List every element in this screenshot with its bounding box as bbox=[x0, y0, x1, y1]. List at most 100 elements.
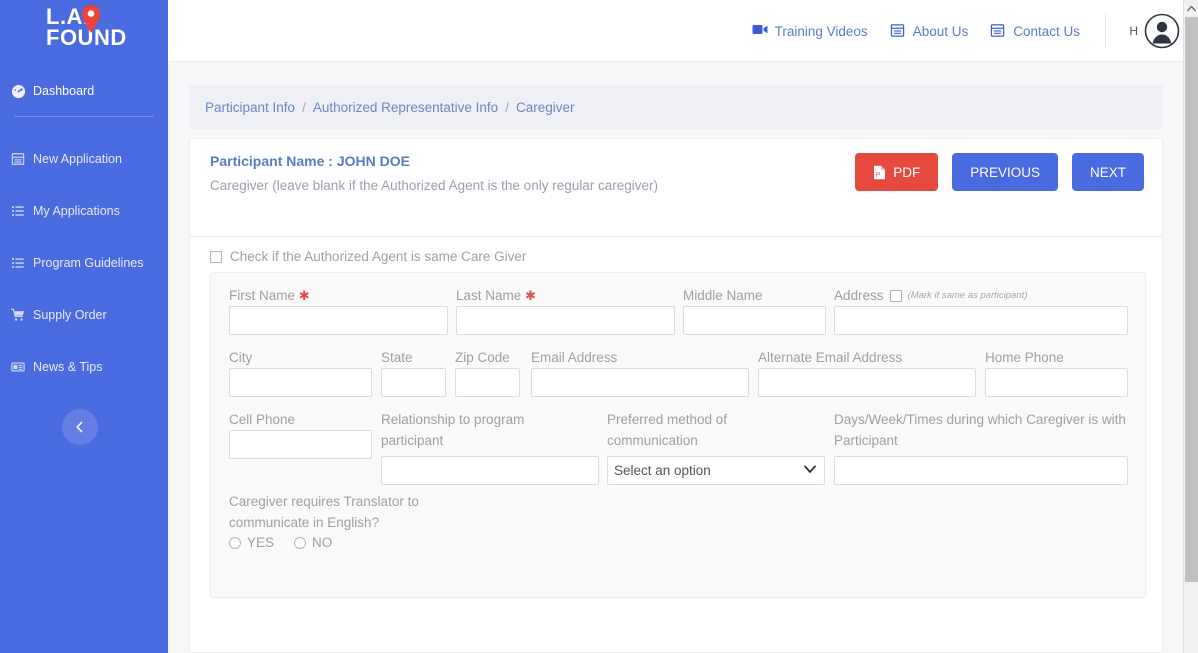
nav-link-label: Training Videos bbox=[774, 23, 868, 39]
sidebar-item-label: Dashboard bbox=[33, 84, 95, 98]
home-phone-label: Home Phone bbox=[985, 350, 1064, 365]
email-address-input[interactable] bbox=[531, 368, 749, 397]
section-note: Caregiver (leave blank if the Authorized… bbox=[210, 178, 658, 193]
address-same-as-participant-checkbox[interactable] bbox=[889, 289, 902, 302]
document-icon bbox=[890, 23, 906, 39]
relationship-input[interactable] bbox=[381, 456, 599, 485]
breadcrumb-separator: / bbox=[302, 99, 306, 115]
shopping-cart-icon bbox=[10, 307, 26, 323]
sidebar-item-label: New Application bbox=[33, 152, 122, 166]
city-label: City bbox=[229, 350, 253, 365]
scrollbar-up-button[interactable] bbox=[1184, 0, 1198, 16]
same-as-agent-checkbox-row[interactable]: Check if the Authorized Agent is same Ca… bbox=[210, 249, 526, 264]
breadcrumb-item-participant-info[interactable]: Participant Info bbox=[205, 100, 295, 115]
translator-radio-group: YES NO bbox=[229, 535, 332, 550]
action-buttons: P PDF PREVIOUS NEXT bbox=[855, 153, 1144, 191]
city-input[interactable] bbox=[229, 368, 372, 397]
same-as-agent-checkbox-label: Check if the Authorized Agent is same Ca… bbox=[230, 249, 527, 264]
alternate-email-input[interactable] bbox=[758, 368, 976, 397]
main-content: Participant Info / Authorized Representa… bbox=[168, 62, 1198, 653]
next-button-label: NEXT bbox=[1089, 164, 1126, 180]
field-days-times: Days/Week/Times during which Caregiver i… bbox=[834, 409, 1128, 485]
field-last-name: Last Name ✱ bbox=[456, 285, 676, 335]
radio-yes[interactable] bbox=[229, 536, 241, 549]
user-initial: H bbox=[1129, 24, 1138, 38]
header-divider bbox=[1105, 14, 1106, 48]
required-marker: ✱ bbox=[525, 288, 536, 303]
address-label-text: Address bbox=[834, 288, 884, 303]
field-relationship: Relationship to program participant bbox=[381, 409, 599, 485]
breadcrumb-item-authorized-representative-info[interactable]: Authorized Representative Info bbox=[313, 100, 498, 115]
nav-link-label: About Us bbox=[912, 23, 969, 39]
field-alternate-email: Alternate Email Address bbox=[758, 347, 977, 397]
state-label: State bbox=[381, 350, 413, 365]
pdf-button[interactable]: P PDF bbox=[855, 153, 939, 191]
zip-code-label: Zip Code bbox=[455, 350, 510, 365]
same-as-agent-checkbox[interactable] bbox=[210, 250, 222, 263]
sidebar-item-supply-order[interactable]: Supply Order bbox=[0, 302, 168, 328]
nav-contact-us[interactable]: Contact Us bbox=[990, 23, 1080, 39]
chevron-left-icon bbox=[76, 421, 83, 433]
home-phone-input[interactable] bbox=[985, 368, 1128, 397]
sidebar-collapse-button[interactable] bbox=[62, 409, 98, 445]
nav-training-videos[interactable]: Training Videos bbox=[752, 23, 868, 39]
sidebar-item-my-applications[interactable]: My Applications bbox=[0, 198, 168, 224]
first-name-label-text: First Name bbox=[229, 288, 296, 303]
field-preferred-method: Preferred method of communication Select… bbox=[607, 409, 825, 485]
zip-code-input[interactable] bbox=[455, 368, 520, 397]
field-home-phone: Home Phone bbox=[985, 347, 1129, 397]
field-middle-name: Middle Name bbox=[683, 285, 827, 335]
days-times-label: Days/Week/Times during which Caregiver i… bbox=[834, 412, 1126, 448]
required-marker: ✱ bbox=[298, 288, 310, 303]
preferred-method-label: Preferred method of communication bbox=[607, 412, 728, 448]
brand-logo[interactable]: L.A. FOUND bbox=[0, 0, 168, 62]
last-name-label-text: Last Name bbox=[456, 288, 522, 303]
news-icon bbox=[10, 359, 26, 375]
breadcrumb-item-caregiver[interactable]: Caregiver bbox=[516, 100, 575, 115]
last-name-input[interactable] bbox=[456, 306, 675, 335]
preferred-method-select[interactable]: Select an option bbox=[607, 456, 825, 485]
field-cell-phone: Cell Phone bbox=[229, 409, 373, 459]
translator-option-no-label: NO bbox=[312, 535, 333, 550]
page-scrollbar[interactable] bbox=[1183, 0, 1198, 653]
caregiver-fields-panel: First Name ✱ Last Name ✱ Middle Name Add… bbox=[210, 272, 1146, 598]
pdf-file-icon: P bbox=[874, 165, 886, 179]
middle-name-input[interactable] bbox=[683, 306, 826, 335]
sidebar-item-news-tips[interactable]: News & Tips bbox=[0, 354, 168, 380]
list-icon bbox=[10, 255, 26, 271]
sidebar-item-program-guidelines[interactable]: Program Guidelines bbox=[0, 250, 168, 276]
address-hint: (Mark if same as participant) bbox=[907, 290, 1028, 301]
translator-option-no[interactable]: NO bbox=[294, 535, 332, 550]
sidebar-item-new-application[interactable]: New Application bbox=[0, 146, 168, 172]
top-header: Training Videos About Us Contact Us H bbox=[168, 0, 1198, 62]
pdf-button-label: PDF bbox=[893, 164, 921, 180]
field-email-address: Email Address bbox=[531, 347, 750, 397]
svg-text:P: P bbox=[876, 172, 880, 178]
address-label: Address (Mark if same as participant) bbox=[834, 285, 1129, 306]
translator-option-yes[interactable]: YES bbox=[229, 535, 274, 550]
app-root: L.A. FOUND Dashboard New Application My A… bbox=[0, 0, 1198, 653]
card-header: Participant Name : JOHN DOE Caregiver (l… bbox=[190, 139, 1162, 237]
breadcrumb: Participant Info / Authorized Representa… bbox=[189, 85, 1163, 129]
top-nav: Training Videos About Us Contact Us bbox=[752, 0, 1080, 62]
cell-phone-input[interactable] bbox=[229, 430, 372, 459]
field-city: City bbox=[229, 347, 373, 397]
field-state: State bbox=[381, 347, 447, 397]
scrollbar-thumb[interactable] bbox=[1185, 17, 1198, 582]
sidebar-divider bbox=[14, 116, 154, 117]
next-button[interactable]: NEXT bbox=[1071, 153, 1144, 191]
user-menu[interactable]: H bbox=[1129, 0, 1180, 62]
video-camera-icon bbox=[752, 23, 768, 39]
caregiver-form-card: Participant Name : JOHN DOE Caregiver (l… bbox=[189, 138, 1163, 653]
sidebar-item-dashboard[interactable]: Dashboard bbox=[0, 78, 168, 104]
radio-no[interactable] bbox=[294, 536, 307, 549]
state-input[interactable] bbox=[381, 368, 446, 397]
sidebar-item-label: News & Tips bbox=[33, 360, 103, 374]
previous-button[interactable]: PREVIOUS bbox=[952, 153, 1058, 191]
days-times-input[interactable] bbox=[834, 456, 1128, 485]
address-input[interactable] bbox=[834, 306, 1128, 335]
nav-about-us[interactable]: About Us bbox=[890, 23, 969, 39]
chevron-up-icon bbox=[1187, 5, 1196, 11]
first-name-input[interactable] bbox=[229, 306, 448, 335]
translator-label: Caregiver requires Translator to communi… bbox=[229, 494, 419, 530]
